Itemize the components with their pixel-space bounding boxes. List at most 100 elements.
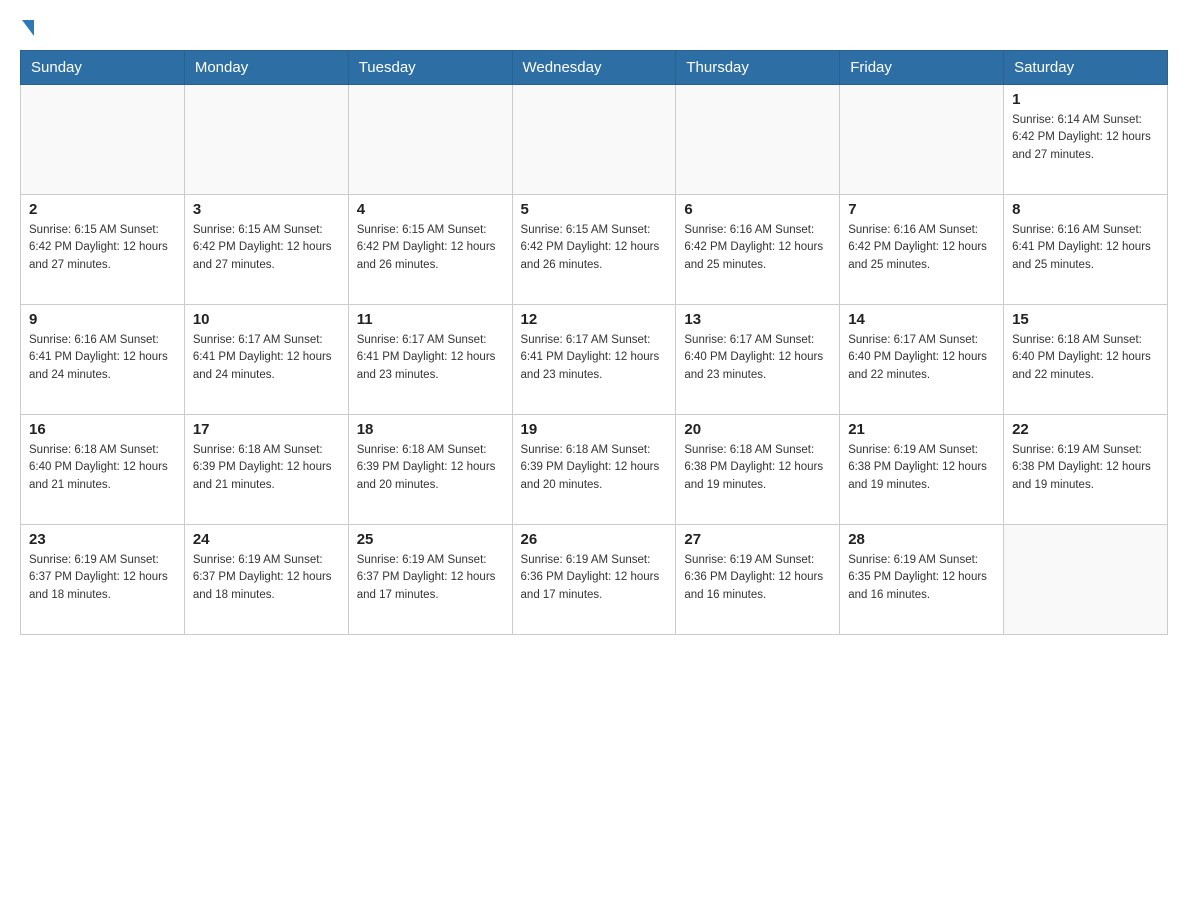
calendar-cell: 4 Sunrise: 6:15 AM Sunset: 6:42 PM Daylig…	[348, 195, 512, 305]
day-number: 27	[684, 531, 831, 548]
calendar-week-row: 23 Sunrise: 6:19 AM Sunset: 6:37 PM Dayli…	[21, 525, 1168, 635]
day-of-week-header: Friday	[840, 51, 1004, 85]
day-info: Sunrise: 6:19 AM Sunset: 6:37 PM Dayligh…	[193, 552, 340, 604]
calendar-cell: 21 Sunrise: 6:19 AM Sunset: 6:38 PM Dayli…	[840, 415, 1004, 525]
day-number: 28	[848, 531, 995, 548]
day-number: 15	[1012, 311, 1159, 328]
calendar-cell: 22 Sunrise: 6:19 AM Sunset: 6:38 PM Dayli…	[1004, 415, 1168, 525]
calendar-cell: 26Sunrise: 6:19 AM Sunset: 6:36 PM Dayli…	[512, 525, 676, 635]
day-info: Sunrise: 6:15 AM Sunset: 6:42 PM Dayligh…	[29, 222, 176, 274]
day-number: 19	[521, 421, 668, 438]
day-info: Sunrise: 6:17 AM Sunset: 6:40 PM Dayligh…	[848, 332, 995, 384]
day-info: Sunrise: 6:18 AM Sunset: 6:39 PM Dayligh…	[193, 442, 340, 494]
calendar-week-row: 1 Sunrise: 6:14 AM Sunset: 6:42 PM Daylig…	[21, 85, 1168, 195]
day-number: 3	[193, 201, 340, 218]
calendar-cell	[1004, 525, 1168, 635]
day-number: 13	[684, 311, 831, 328]
day-number: 1	[1012, 91, 1159, 108]
day-number: 4	[357, 201, 504, 218]
calendar-cell	[184, 85, 348, 195]
calendar-week-row: 2 Sunrise: 6:15 AM Sunset: 6:42 PM Daylig…	[21, 195, 1168, 305]
day-of-week-header: Sunday	[21, 51, 185, 85]
day-number: 9	[29, 311, 176, 328]
day-number: 11	[357, 311, 504, 328]
calendar-cell: 16 Sunrise: 6:18 AM Sunset: 6:40 PM Dayli…	[21, 415, 185, 525]
logo-text	[20, 20, 36, 36]
calendar-cell	[840, 85, 1004, 195]
calendar-cell: 15 Sunrise: 6:18 AM Sunset: 6:40 PM Dayli…	[1004, 305, 1168, 415]
calendar-cell	[676, 85, 840, 195]
day-number: 18	[357, 421, 504, 438]
calendar-cell: 2 Sunrise: 6:15 AM Sunset: 6:42 PM Daylig…	[21, 195, 185, 305]
calendar-cell: 28 Sunrise: 6:19 AM Sunset: 6:35 PM Dayli…	[840, 525, 1004, 635]
day-info: Sunrise: 6:17 AM Sunset: 6:41 PM Dayligh…	[193, 332, 340, 384]
calendar-cell: 27 Sunrise: 6:19 AM Sunset: 6:36 PM Dayli…	[676, 525, 840, 635]
day-number: 22	[1012, 421, 1159, 438]
calendar-cell: 8 Sunrise: 6:16 AM Sunset: 6:41 PM Daylig…	[1004, 195, 1168, 305]
day-info: Sunrise: 6:15 AM Sunset: 6:42 PM Dayligh…	[193, 222, 340, 274]
day-number: 23	[29, 531, 176, 548]
day-info: Sunrise: 6:19 AM Sunset: 6:37 PM Dayligh…	[357, 552, 504, 604]
day-number: 5	[521, 201, 668, 218]
logo-arrow-icon	[22, 20, 34, 36]
calendar-week-row: 9 Sunrise: 6:16 AM Sunset: 6:41 PM Daylig…	[21, 305, 1168, 415]
day-info: Sunrise: 6:16 AM Sunset: 6:42 PM Dayligh…	[684, 222, 831, 274]
day-number: 10	[193, 311, 340, 328]
day-number: 17	[193, 421, 340, 438]
day-number: 2	[29, 201, 176, 218]
day-info: Sunrise: 6:18 AM Sunset: 6:40 PM Dayligh…	[1012, 332, 1159, 384]
calendar-cell: 25 Sunrise: 6:19 AM Sunset: 6:37 PM Dayli…	[348, 525, 512, 635]
calendar-cell: 5 Sunrise: 6:15 AM Sunset: 6:42 PM Daylig…	[512, 195, 676, 305]
calendar-cell: 3 Sunrise: 6:15 AM Sunset: 6:42 PM Daylig…	[184, 195, 348, 305]
day-number: 14	[848, 311, 995, 328]
day-info: Sunrise: 6:18 AM Sunset: 6:38 PM Dayligh…	[684, 442, 831, 494]
day-number: 6	[684, 201, 831, 218]
day-info: Sunrise: 6:14 AM Sunset: 6:42 PM Dayligh…	[1012, 112, 1159, 164]
day-info: Sunrise: 6:17 AM Sunset: 6:41 PM Dayligh…	[521, 332, 668, 384]
day-info: Sunrise: 6:19 AM Sunset: 6:35 PM Dayligh…	[848, 552, 995, 604]
calendar-cell: 18Sunrise: 6:18 AM Sunset: 6:39 PM Dayli…	[348, 415, 512, 525]
day-number: 8	[1012, 201, 1159, 218]
calendar-cell: 24 Sunrise: 6:19 AM Sunset: 6:37 PM Dayli…	[184, 525, 348, 635]
calendar-cell	[21, 85, 185, 195]
day-of-week-header: Saturday	[1004, 51, 1168, 85]
day-info: Sunrise: 6:16 AM Sunset: 6:41 PM Dayligh…	[29, 332, 176, 384]
calendar-cell: 1 Sunrise: 6:14 AM Sunset: 6:42 PM Daylig…	[1004, 85, 1168, 195]
calendar-cell	[348, 85, 512, 195]
calendar-cell: 7Sunrise: 6:16 AM Sunset: 6:42 PM Daylig…	[840, 195, 1004, 305]
page-header	[20, 20, 1168, 34]
calendar-header-row: SundayMondayTuesdayWednesdayThursdayFrid…	[21, 51, 1168, 85]
day-of-week-header: Thursday	[676, 51, 840, 85]
day-number: 24	[193, 531, 340, 548]
day-info: Sunrise: 6:19 AM Sunset: 6:36 PM Dayligh…	[521, 552, 668, 604]
day-number: 16	[29, 421, 176, 438]
calendar-table: SundayMondayTuesdayWednesdayThursdayFrid…	[20, 50, 1168, 635]
day-info: Sunrise: 6:18 AM Sunset: 6:40 PM Dayligh…	[29, 442, 176, 494]
day-number: 7	[848, 201, 995, 218]
day-info: Sunrise: 6:19 AM Sunset: 6:38 PM Dayligh…	[848, 442, 995, 494]
calendar-cell: 12 Sunrise: 6:17 AM Sunset: 6:41 PM Dayli…	[512, 305, 676, 415]
day-of-week-header: Monday	[184, 51, 348, 85]
day-number: 21	[848, 421, 995, 438]
calendar-cell: 6 Sunrise: 6:16 AM Sunset: 6:42 PM Daylig…	[676, 195, 840, 305]
calendar-cell	[512, 85, 676, 195]
day-info: Sunrise: 6:17 AM Sunset: 6:41 PM Dayligh…	[357, 332, 504, 384]
day-info: Sunrise: 6:19 AM Sunset: 6:36 PM Dayligh…	[684, 552, 831, 604]
day-info: Sunrise: 6:16 AM Sunset: 6:41 PM Dayligh…	[1012, 222, 1159, 274]
day-info: Sunrise: 6:15 AM Sunset: 6:42 PM Dayligh…	[521, 222, 668, 274]
calendar-cell: 9 Sunrise: 6:16 AM Sunset: 6:41 PM Daylig…	[21, 305, 185, 415]
day-of-week-header: Wednesday	[512, 51, 676, 85]
day-number: 12	[521, 311, 668, 328]
day-info: Sunrise: 6:19 AM Sunset: 6:38 PM Dayligh…	[1012, 442, 1159, 494]
day-number: 25	[357, 531, 504, 548]
day-info: Sunrise: 6:17 AM Sunset: 6:40 PM Dayligh…	[684, 332, 831, 384]
calendar-cell: 17 Sunrise: 6:18 AM Sunset: 6:39 PM Dayli…	[184, 415, 348, 525]
calendar-cell: 14 Sunrise: 6:17 AM Sunset: 6:40 PM Dayli…	[840, 305, 1004, 415]
logo	[20, 20, 36, 34]
day-info: Sunrise: 6:15 AM Sunset: 6:42 PM Dayligh…	[357, 222, 504, 274]
day-of-week-header: Tuesday	[348, 51, 512, 85]
calendar-cell: 10 Sunrise: 6:17 AM Sunset: 6:41 PM Dayli…	[184, 305, 348, 415]
calendar-cell: 23 Sunrise: 6:19 AM Sunset: 6:37 PM Dayli…	[21, 525, 185, 635]
day-info: Sunrise: 6:19 AM Sunset: 6:37 PM Dayligh…	[29, 552, 176, 604]
day-number: 20	[684, 421, 831, 438]
